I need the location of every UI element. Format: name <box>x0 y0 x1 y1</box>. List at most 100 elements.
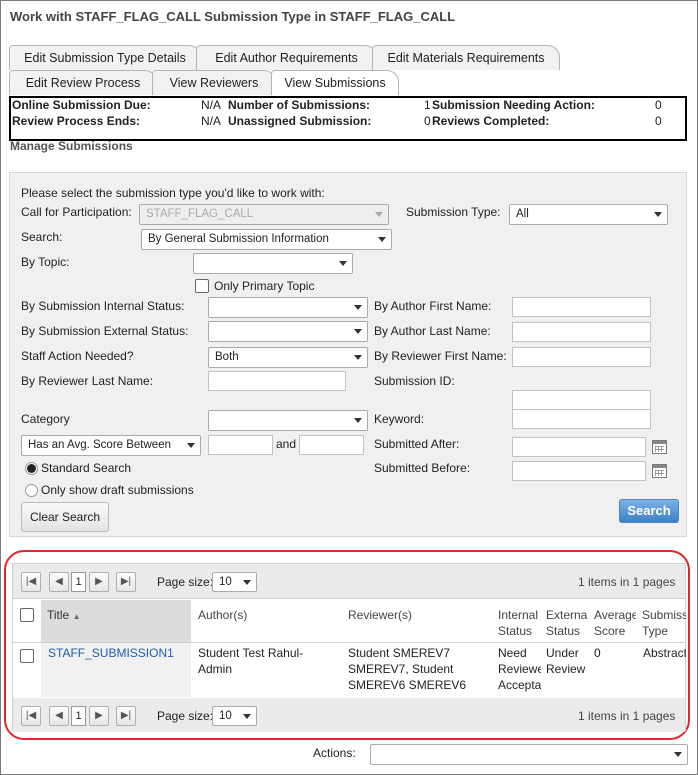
row-average-score: 0 <box>594 646 601 660</box>
topic-select[interactable] <box>193 253 353 274</box>
tab-edit-submission-type-details[interactable]: Edit Submission Type Details <box>9 45 201 70</box>
intro-text: Please select the submission type you'd … <box>21 186 325 200</box>
row-external-status: Under Review <box>546 646 586 676</box>
reviewer-last-name-label: By Reviewer Last Name: <box>21 374 154 388</box>
chevron-down-icon <box>378 237 386 242</box>
online-due-value: N/A <box>201 98 222 112</box>
page-number[interactable]: 1 <box>71 572 86 592</box>
column-header-average-score[interactable]: Average Score <box>588 600 636 642</box>
and-label: and <box>276 437 297 451</box>
keyword-label: Keyword: <box>374 412 425 426</box>
review-ends-value: N/A <box>201 114 222 128</box>
page-size-label: Page size: <box>157 575 214 589</box>
score-max-input[interactable] <box>299 435 364 455</box>
column-header-title[interactable]: Title ▲ <box>41 600 191 642</box>
row-checkbox[interactable] <box>20 649 34 663</box>
tab-edit-review-process[interactable]: Edit Review Process <box>9 70 157 95</box>
submission-summary: Online Submission Due: N/A Number of Sub… <box>9 96 687 141</box>
last-page-icon[interactable]: ▶| <box>116 572 136 592</box>
chevron-down-icon <box>375 212 383 217</box>
topic-label: By Topic: <box>21 255 70 269</box>
actions-select[interactable] <box>370 744 688 765</box>
submission-title-link[interactable]: STAFF_SUBMISSION1 <box>48 645 188 661</box>
num-submissions-value: 1 <box>424 98 431 112</box>
submissions-grid: |◀ ◀ 1 ▶ ▶| Page size: 10 1 items in 1 p… <box>12 563 686 732</box>
submission-id-label: Submission ID: <box>374 374 455 388</box>
actions-label: Actions: <box>313 746 356 760</box>
score-min-input[interactable] <box>208 435 273 455</box>
chevron-down-icon <box>243 714 251 719</box>
column-header-internal-status[interactable]: Internal Status <box>492 600 540 642</box>
chevron-down-icon <box>654 212 662 217</box>
standard-search-radio[interactable] <box>25 462 38 475</box>
chevron-down-icon <box>339 261 347 266</box>
submission-id-input[interactable] <box>512 390 651 410</box>
tab-view-reviewers[interactable]: View Reviewers <box>152 70 276 95</box>
external-status-select[interactable] <box>208 321 368 342</box>
tab-view-submissions[interactable]: View Submissions <box>271 70 399 95</box>
row-submission-type: Abstract <box>643 646 686 660</box>
prev-page-icon[interactable]: ◀ <box>49 706 69 726</box>
draft-submissions-radio[interactable] <box>25 484 38 497</box>
chevron-down-icon <box>354 355 362 360</box>
page-size-select[interactable]: 10 <box>212 572 257 592</box>
calendar-icon[interactable] <box>652 464 667 478</box>
search-type-select[interactable]: By General Submission Information <box>141 229 392 250</box>
chevron-down-icon <box>674 752 682 757</box>
search-button[interactable]: Search <box>619 499 679 523</box>
needing-action-value: 0 <box>655 98 662 112</box>
reviews-completed-label: Reviews Completed: <box>432 114 550 128</box>
page-size-select[interactable]: 10 <box>212 706 257 726</box>
author-last-name-input[interactable] <box>512 322 651 342</box>
page-size-label: Page size: <box>157 709 214 723</box>
unassigned-label: Unassigned Submission: <box>228 114 372 128</box>
select-all-checkbox[interactable] <box>20 608 34 622</box>
tab-edit-author-requirements[interactable]: Edit Author Requirements <box>196 45 377 70</box>
call-select-value: STAFF_FLAG_CALL <box>146 208 254 220</box>
column-header-external-status[interactable]: External Status <box>540 600 588 642</box>
page-size-value: 10 <box>219 710 232 722</box>
needing-action-label: Submission Needing Action: <box>432 98 595 112</box>
call-label: Call for Participation: <box>21 205 132 219</box>
chevron-down-icon <box>354 418 362 423</box>
pager-summary: 1 items in 1 pages <box>578 709 676 723</box>
calendar-icon[interactable] <box>652 440 667 454</box>
submitted-after-input[interactable] <box>512 437 646 457</box>
row-reviewers: Student SMEREV7 SMEREV7, Student SMEREV6 S… <box>348 646 467 692</box>
page-size-value: 10 <box>219 576 232 588</box>
first-page-icon[interactable]: |◀ <box>21 706 41 726</box>
author-first-name-label: By Author First Name: <box>374 299 492 313</box>
next-page-icon[interactable]: ▶ <box>89 706 109 726</box>
reviewer-first-name-input[interactable] <box>512 347 651 367</box>
external-status-label: By Submission External Status: <box>21 324 189 338</box>
first-page-icon[interactable]: |◀ <box>21 572 41 592</box>
staff-action-select[interactable]: Both <box>208 347 368 368</box>
submitted-before-input[interactable] <box>512 461 646 481</box>
column-header-authors[interactable]: Author(s) <box>192 600 342 642</box>
next-page-icon[interactable]: ▶ <box>89 572 109 592</box>
prev-page-icon[interactable]: ◀ <box>49 572 69 592</box>
search-type-value: By General Submission Information <box>148 233 329 245</box>
only-primary-topic-label: Only Primary Topic <box>214 279 315 293</box>
column-header-submission-type[interactable]: Submiss Type <box>636 600 686 642</box>
search-panel: Please select the submission type you'd … <box>9 172 687 537</box>
author-first-name-input[interactable] <box>512 297 651 317</box>
pager-bottom: |◀ ◀ 1 ▶ ▶| Page size: 10 1 items in 1 p… <box>13 698 685 732</box>
online-due-label: Online Submission Due: <box>12 98 151 112</box>
reviewer-last-name-input[interactable] <box>208 371 346 391</box>
tab-edit-materials-requirements[interactable]: Edit Materials Requirements <box>372 45 560 70</box>
category-select[interactable] <box>208 410 368 431</box>
last-page-icon[interactable]: ▶| <box>116 706 136 726</box>
only-primary-topic-checkbox[interactable] <box>195 279 209 293</box>
keyword-input[interactable] <box>512 409 651 429</box>
unassigned-value: 0 <box>424 114 431 128</box>
score-filter-select[interactable]: Has an Avg. Score Between <box>21 435 201 456</box>
clear-search-button[interactable]: Clear Search <box>21 502 109 532</box>
row-internal-status: Need Reviewe Accepta <box>498 646 541 692</box>
internal-status-select[interactable] <box>208 297 368 318</box>
category-label: Category <box>21 412 70 426</box>
page-number[interactable]: 1 <box>71 706 86 726</box>
submission-type-select[interactable]: All <box>509 204 668 225</box>
column-header-reviewers[interactable]: Reviewer(s) <box>342 600 492 642</box>
call-select[interactable]: STAFF_FLAG_CALL <box>139 204 389 225</box>
